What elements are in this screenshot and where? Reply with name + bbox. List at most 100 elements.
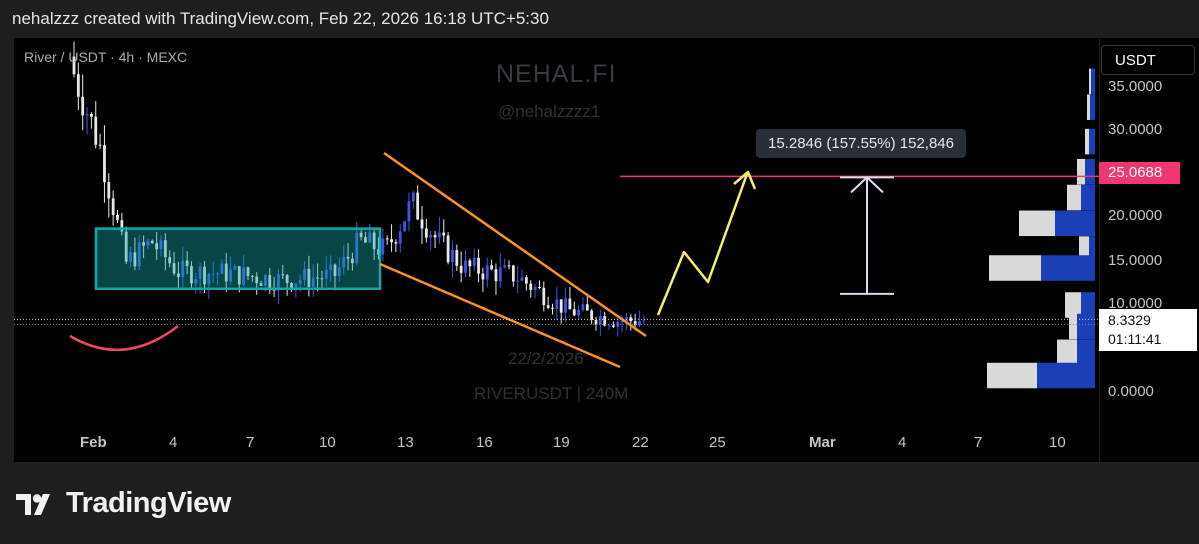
candle [572,301,576,317]
price-tick-20: 20.0000 [1108,207,1163,224]
target-price-tag: 25.0688 [1099,162,1180,184]
volume-profile-up-bar [1091,68,1095,95]
candle [103,125,106,203]
candle-body [111,198,115,216]
volume-profile-down-bar [1089,68,1091,95]
candle-body [507,265,511,267]
candle [538,280,541,290]
candle [394,239,398,253]
time-tick-mar-10: 10 [1049,434,1066,451]
candle-body [398,231,402,244]
time-tick-22: 22 [632,434,649,451]
volume-profile-down-bar [1069,313,1077,340]
volume-profile-down-bar [1019,210,1055,237]
candle [533,283,537,299]
candle-body [511,265,515,282]
candle [503,258,507,269]
drawings-layer [14,151,1099,369]
tradingview-logo[interactable]: TradingView [16,487,231,520]
candle-body [98,144,102,146]
candle-body [385,238,389,240]
candle [525,275,528,291]
time-tick-7: 7 [246,434,255,451]
candle [433,231,437,249]
candle [442,219,446,243]
attribution-header: nehalzzz created with TradingView.com, F… [12,9,549,28]
candle [81,74,85,131]
candle-body [529,283,533,290]
price-tick-0: 0.0000 [1108,383,1154,400]
time-tick-feb: Feb [80,434,107,451]
candle [585,295,589,311]
bar-countdown: 01:11:41 [1108,331,1162,347]
candle [559,299,563,324]
volume-profile-up-bar [1090,94,1095,120]
candle-body [459,265,463,273]
candle-body [107,182,111,199]
price-tick-15: 15.0000 [1108,252,1163,269]
currency-selector[interactable]: USDT [1101,45,1195,75]
candle-body [551,307,554,309]
candle-body [390,239,393,243]
volume-profile-down-bar [1085,128,1089,155]
candle [511,264,515,287]
candle-body [464,260,467,273]
volume-profile-down-bar [1067,184,1081,211]
volume-profile-up-bar [1055,210,1095,237]
candle-body [403,221,406,232]
candle-body [516,280,520,282]
candle-body [116,215,119,221]
candle [76,62,80,110]
consolidation-box [94,227,382,291]
candle [451,240,454,278]
candle [390,224,393,252]
candle [107,173,111,218]
candle [477,249,480,283]
candle [629,314,633,331]
symbol-legend[interactable]: River / USDT · 4h · MEXC [24,49,187,65]
chart-panel[interactable]: River / USDT · 4h · MEXC NEHAL.FI @nehal… [14,38,1099,462]
candle-body [477,257,480,274]
candle [90,112,93,129]
candle-body [468,260,472,267]
watermark-handle: @nehalzzzz1 [498,102,601,121]
candle-body [429,234,433,238]
volume-profile-up-bar [1077,313,1095,340]
candle [381,228,385,262]
candle-body [411,192,415,202]
candle-body [424,228,428,238]
candle [529,280,533,298]
candle [424,218,428,243]
time-tick-mar-4: 4 [898,434,907,451]
candle [111,190,115,226]
candle [398,224,402,253]
candle-body [612,325,615,327]
candle-body [394,242,398,244]
candle-body [446,235,450,263]
candle-body [481,273,485,280]
candle [520,269,524,282]
candle [507,260,511,270]
rounding-bottom-arc [69,325,179,352]
candle-body [577,309,580,316]
volume-profile-up-bar [1081,184,1095,211]
volume-profile-up-bar [1037,362,1095,389]
candle-body [81,96,85,116]
volume-profile-down-bar [1087,94,1090,120]
candle-body [103,145,106,183]
candle [468,258,472,277]
volume-profile-down-bar [987,362,1037,389]
candle [581,296,585,312]
candle-body [572,309,576,316]
candle [94,101,98,149]
candle [551,303,554,315]
candle [542,281,546,312]
candle [438,216,441,244]
candle [616,318,620,337]
candle [416,185,420,221]
candle-body [381,238,385,255]
time-tick-mar: Mar [809,434,836,451]
watermark-date: 22/2/2026 [508,349,584,368]
candle [472,248,476,272]
candle-body [642,320,646,322]
